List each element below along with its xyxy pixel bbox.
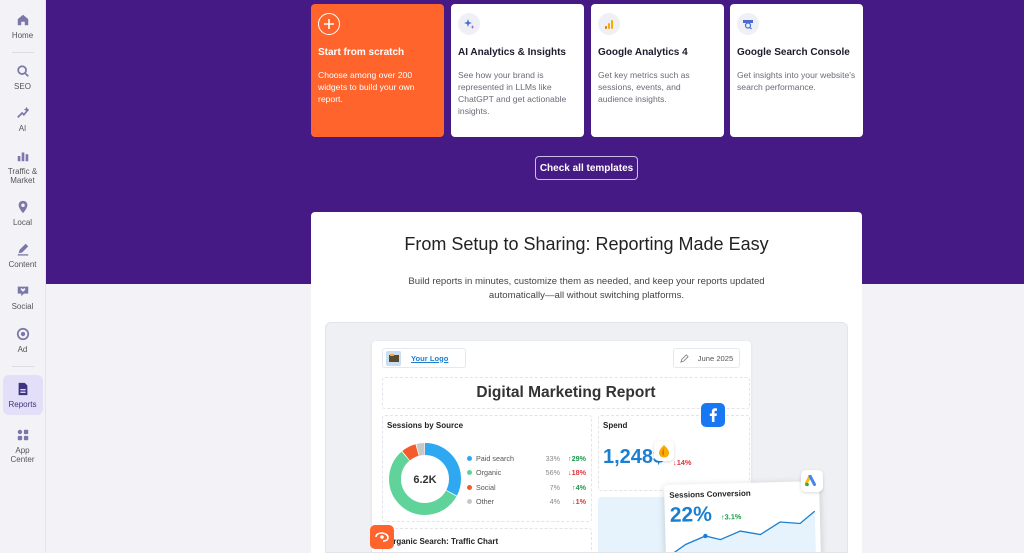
legend-row: Other 4% ↓1% [467,495,591,510]
report-document-icon [15,381,31,397]
legend-percent: 7% [549,482,560,492]
sidebar-item-label: App Center [10,445,35,465]
sidebar: Home SEO AI Traffic & Market Local Conte… [0,0,46,553]
sidebar-divider [11,365,34,367]
sidebar-item-label: Home [11,31,34,40]
search-console-icon [737,13,759,35]
sidebar-item-label: Social [11,302,34,312]
template-card-title: Start from scratch [318,47,405,58]
image-icon [386,350,401,366]
template-card-start-from-scratch[interactable]: Start from scratch Choose among over 200… [311,4,444,137]
sidebar-item-label: AI [18,124,27,134]
donut-total: 6.2K [413,474,436,486]
google-analytics-icon [654,441,674,461]
google-ads-icon [801,470,823,492]
legend-change: ↑29% [568,453,586,463]
sidebar-item-label: Local [12,217,33,227]
semrush-icon [370,525,394,549]
sessions-legend: Paid search 33% ↑29% Organic 56% ↓18% So… [467,451,591,509]
conversion-line-chart [670,510,816,552]
template-card-title: Google Search Console [737,47,850,58]
heart-chat-icon [15,283,31,299]
template-card-ai-analytics[interactable]: AI Analytics & Insights See how your bra… [451,4,584,137]
template-card-title: Google Analytics 4 [598,47,688,58]
section-title: From Setup to Sharing: Reporting Made Ea… [404,234,769,254]
legend-name: Other [476,497,494,507]
legend-name: Organic [476,468,502,478]
sidebar-item-label: Traffic & Market [7,166,38,185]
google-analytics-icon [598,13,620,35]
apps-grid-icon [15,427,31,443]
pencil-icon [680,353,689,363]
template-card-description: Choose among over 200 widgets to build y… [318,70,415,105]
template-card-description: See how your brand is represented in LLM… [458,70,567,117]
logo-placeholder: Your Logo [382,348,466,368]
legend-change: ↓1% [572,497,586,507]
legend-dot [467,470,472,476]
ad-target-icon [15,326,31,342]
facebook-icon [701,403,725,427]
legend-dot [467,499,472,505]
legend-name: Paid search [476,453,514,463]
sparkle-icon [458,13,480,35]
reporting-section: From Setup to Sharing: Reporting Made Ea… [311,212,862,553]
ai-icon [15,105,31,121]
seo-icon [15,63,31,79]
spend-widget: Spend 1,248$ ↓14% [598,415,750,491]
location-pin-icon [15,199,31,215]
sidebar-item-label: Ad [17,344,28,354]
template-card-search-console[interactable]: Google Search Console Get insights into … [730,4,863,137]
sidebar-item-reports[interactable]: Reports [2,374,43,415]
sidebar-item-ai[interactable]: AI [3,103,43,135]
sidebar-item-traffic-market[interactable]: Traffic & Market [3,146,43,187]
check-all-templates-button[interactable]: Check all templates [535,156,638,180]
legend-change: ↑4% [572,482,586,492]
sessions-conversion-card: Sessions Conversion 22% ↑3.1% [664,480,821,552]
template-card-description: Get insights into your website's search … [737,70,856,93]
organic-search-widget: Organic Search: Traffic Chart [382,528,592,552]
sessions-donut-chart: 6.2K [389,443,461,515]
sidebar-item-label: Reports [8,399,37,409]
legend-percent: 4% [549,497,560,507]
sidebar-item-app-center[interactable]: App Center [3,425,43,466]
legend-change: ↓18% [568,468,586,478]
sidebar-item-local[interactable]: Local [3,197,43,229]
sidebar-divider [11,52,34,54]
template-card-description: Get key metrics such as sessions, events… [598,70,690,105]
legend-percent: 33% [545,453,560,463]
legend-name: Social [476,482,496,492]
widget-title: Sessions by Source [387,421,464,430]
pencil-icon [15,241,31,257]
home-icon [15,12,31,28]
legend-row: Organic 56% ↓18% [467,466,591,481]
template-card-google-analytics[interactable]: Google Analytics 4 Get key metrics such … [591,4,724,137]
traffic-icon [15,148,31,164]
widget-title: Spend [603,421,628,430]
plus-icon [318,13,340,35]
sidebar-item-label: SEO [14,82,31,92]
spend-change: ↓14% [673,458,692,467]
report-date-text: June 2025 [697,353,734,363]
report-preview: Your Logo June 2025 Digital Marketing Re… [325,322,848,553]
sidebar-item-social[interactable]: Social [3,281,43,313]
report-title: Digital Marketing Report [382,377,750,409]
legend-dot [467,455,472,461]
sidebar-item-label: Content [8,260,37,270]
logo-label: Your Logo [411,353,449,363]
sidebar-item-content[interactable]: Content [3,239,43,271]
sidebar-item-home[interactable]: Home [3,10,43,42]
sidebar-item-ad[interactable]: Ad [3,324,43,356]
legend-row: Social 7% ↑4% [467,480,591,495]
legend-row: Paid search 33% ↑29% [467,451,591,466]
sidebar-item-seo[interactable]: SEO [3,61,43,93]
sessions-by-source-widget: Sessions by Source 6.2K Paid search 33% … [382,415,592,522]
template-card-title: AI Analytics & Insights [458,47,566,58]
legend-dot [467,484,472,490]
section-subtitle: Build reports in minutes, customize them… [408,276,765,302]
legend-percent: 56% [545,468,560,478]
report-date: June 2025 [673,348,740,368]
widget-title: Organic Search: Traffic Chart [387,537,499,546]
